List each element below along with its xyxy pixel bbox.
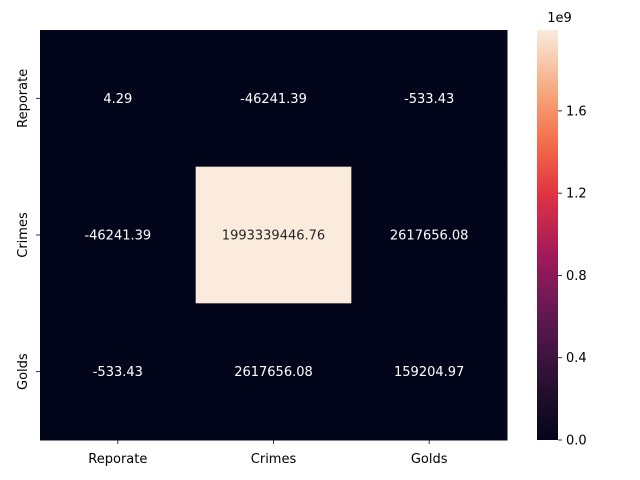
colorbar-tick-label: 0.4: [566, 351, 587, 366]
cell-value-label: 1993339446.76: [222, 229, 325, 244]
colorbar-tick-label: 0.0: [566, 434, 587, 449]
y-tick-label: Crimes: [16, 212, 31, 258]
y-axis: Reporate Crimes Golds: [16, 69, 40, 390]
x-tick-label: Reporate: [88, 452, 147, 467]
cell-value-label: 159204.97: [394, 365, 464, 380]
colorbar: 0.0 0.4 0.8 1.2 1.6 1e9: [537, 11, 587, 449]
y-tick-label: Golds: [16, 353, 31, 390]
colorbar-multiplier-label: 1e9: [547, 11, 572, 26]
cell-value-label: 2617656.08: [234, 365, 313, 380]
colorbar-tick-label: 1.6: [566, 104, 587, 119]
cell-value-label: -46241.39: [240, 92, 307, 107]
x-axis: Reporate Crimes Golds: [88, 440, 448, 467]
cell-value-label: 4.29: [103, 92, 132, 107]
y-tick-label: Reporate: [16, 69, 31, 128]
x-tick-label: Golds: [411, 452, 448, 467]
colorbar-fill: [537, 30, 558, 440]
cell-value-label: -533.43: [404, 92, 454, 107]
colorbar-tick-label: 0.8: [566, 269, 587, 284]
cell-value-label: 2617656.08: [390, 229, 469, 244]
cell-value-label: -46241.39: [84, 229, 151, 244]
colorbar-tick-label: 1.2: [566, 187, 587, 202]
cell-value-label: -533.43: [93, 365, 143, 380]
x-tick-label: Crimes: [251, 452, 297, 467]
heatmap-chart: 4.29 -46241.39 -533.43 -46241.39 1993339446.…: [16, 11, 587, 467]
